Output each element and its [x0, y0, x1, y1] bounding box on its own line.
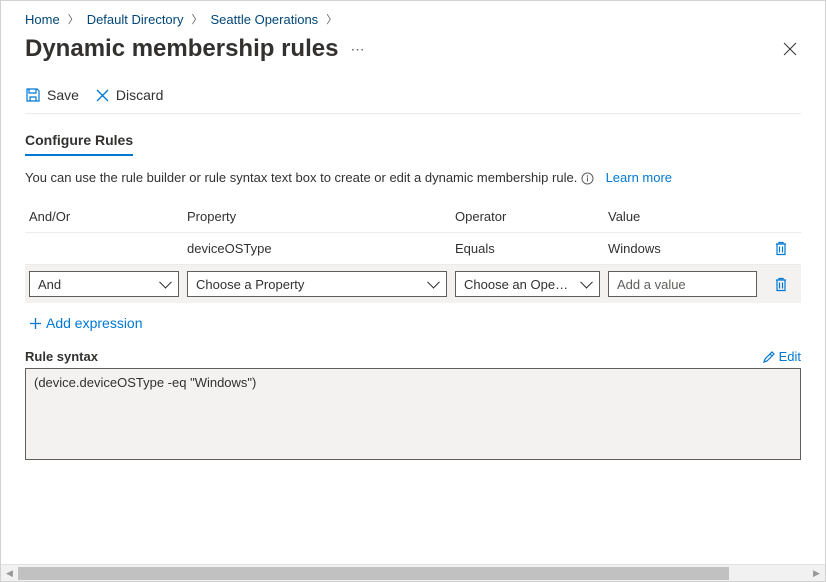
col-property: Property: [187, 209, 447, 224]
save-button[interactable]: Save: [25, 87, 79, 103]
scroll-right-icon[interactable]: ▶: [808, 565, 825, 582]
breadcrumb: Home 〉 Default Directory 〉 Seattle Opera…: [25, 1, 801, 35]
save-label: Save: [47, 87, 79, 103]
scroll-left-icon[interactable]: ◀: [1, 565, 18, 582]
andor-select[interactable]: And: [29, 271, 179, 297]
chevron-right-icon: 〉: [64, 11, 83, 27]
more-actions-button[interactable]: ⋯: [350, 41, 365, 58]
rules-table: And/Or Property Operator Value deviceOST…: [25, 201, 801, 303]
table-header: And/Or Property Operator Value: [25, 201, 801, 233]
col-value: Value: [608, 209, 757, 224]
add-expression-label: Add expression: [46, 315, 143, 331]
cell-property: deviceOSType: [187, 241, 447, 256]
cell-operator: Equals: [455, 241, 600, 256]
scrollbar-track[interactable]: [18, 565, 808, 581]
close-button[interactable]: [779, 38, 801, 60]
breadcrumb-group[interactable]: Seattle Operations: [211, 12, 319, 27]
cell-value: Windows: [608, 241, 757, 256]
breadcrumb-home[interactable]: Home: [25, 12, 60, 27]
delete-row-button[interactable]: [765, 241, 797, 256]
trash-icon: [774, 277, 788, 292]
delete-builder-row-button[interactable]: [765, 277, 797, 292]
col-operator: Operator: [455, 209, 600, 224]
pencil-icon: [763, 351, 775, 363]
page-title: Dynamic membership rules: [25, 35, 338, 63]
horizontal-scrollbar[interactable]: ◀ ▶: [1, 564, 825, 581]
property-select[interactable]: Choose a Property: [187, 271, 447, 297]
discard-label: Discard: [116, 87, 163, 103]
info-icon[interactable]: [581, 172, 594, 185]
plus-icon: [29, 317, 42, 330]
chevron-right-icon: 〉: [322, 11, 341, 27]
rule-syntax-textbox[interactable]: (device.deviceOSType -eq "Windows"): [25, 368, 801, 460]
section-description: You can use the rule builder or rule syn…: [25, 170, 801, 201]
discard-icon: [95, 88, 110, 103]
builder-row: And Choose a Property Choose an Ope… Add…: [25, 265, 801, 303]
close-icon: [783, 42, 797, 56]
save-icon: [25, 87, 41, 103]
scrollbar-thumb[interactable]: [18, 567, 729, 580]
toolbar: Save Discard: [25, 79, 801, 114]
add-expression-button[interactable]: Add expression: [25, 303, 801, 349]
discard-button[interactable]: Discard: [95, 87, 163, 103]
operator-select[interactable]: Choose an Ope…: [455, 271, 600, 297]
col-andor: And/Or: [29, 209, 179, 224]
breadcrumb-directory[interactable]: Default Directory: [87, 12, 184, 27]
edit-syntax-button[interactable]: Edit: [763, 349, 801, 364]
rule-syntax-label: Rule syntax: [25, 349, 98, 364]
trash-icon: [774, 241, 788, 256]
section-title: Configure Rules: [25, 114, 133, 156]
value-input[interactable]: Add a value: [608, 271, 757, 297]
chevron-right-icon: 〉: [188, 11, 207, 27]
learn-more-link[interactable]: Learn more: [606, 170, 672, 185]
table-row: deviceOSType Equals Windows: [25, 233, 801, 265]
